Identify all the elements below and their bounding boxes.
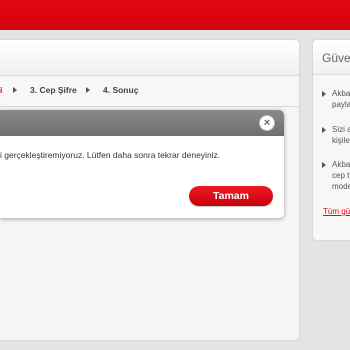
bullet-arrow-icon (322, 91, 326, 97)
bullet-arrow-icon (322, 127, 326, 133)
dialog-message: i gerçekleştiremiyoruz. Lütfen daha sonr… (0, 150, 221, 160)
side-item-line: Sizi a (332, 125, 350, 134)
step-separator-icon (13, 87, 17, 93)
error-dialog: × i gerçekleştiremiyoruz. Lütfen daha so… (0, 110, 284, 218)
side-panel-title: Güve (322, 51, 350, 65)
side-item-line: Akba (332, 160, 350, 169)
top-brand-bar (0, 0, 350, 30)
step-2-label: i (0, 85, 3, 95)
steps-bar: i 3. Cep Şifre 4. Sonuç (0, 76, 299, 107)
dialog-header: × (0, 110, 284, 136)
all-security-link[interactable]: Tüm gü (323, 207, 350, 216)
security-side-panel: Güve Akba payla Sizi a kişile Akba cep t… (313, 40, 350, 240)
side-item-line: kişile (332, 136, 350, 145)
side-item-line: Akba (332, 89, 350, 98)
step-3-label: 3. Cep Şifre (30, 85, 77, 95)
step-separator-icon (86, 87, 90, 93)
step-4-label: 4. Sonuç (103, 85, 139, 95)
ok-button[interactable]: Tamam (189, 186, 273, 206)
side-panel-header: Güve (313, 40, 350, 75)
close-icon[interactable]: × (259, 115, 275, 131)
side-item-line: cep t (332, 171, 350, 180)
side-item-line: mode (332, 182, 350, 191)
bullet-arrow-icon (322, 162, 326, 168)
side-item-line: payla (332, 100, 350, 109)
main-panel-header (0, 40, 299, 76)
